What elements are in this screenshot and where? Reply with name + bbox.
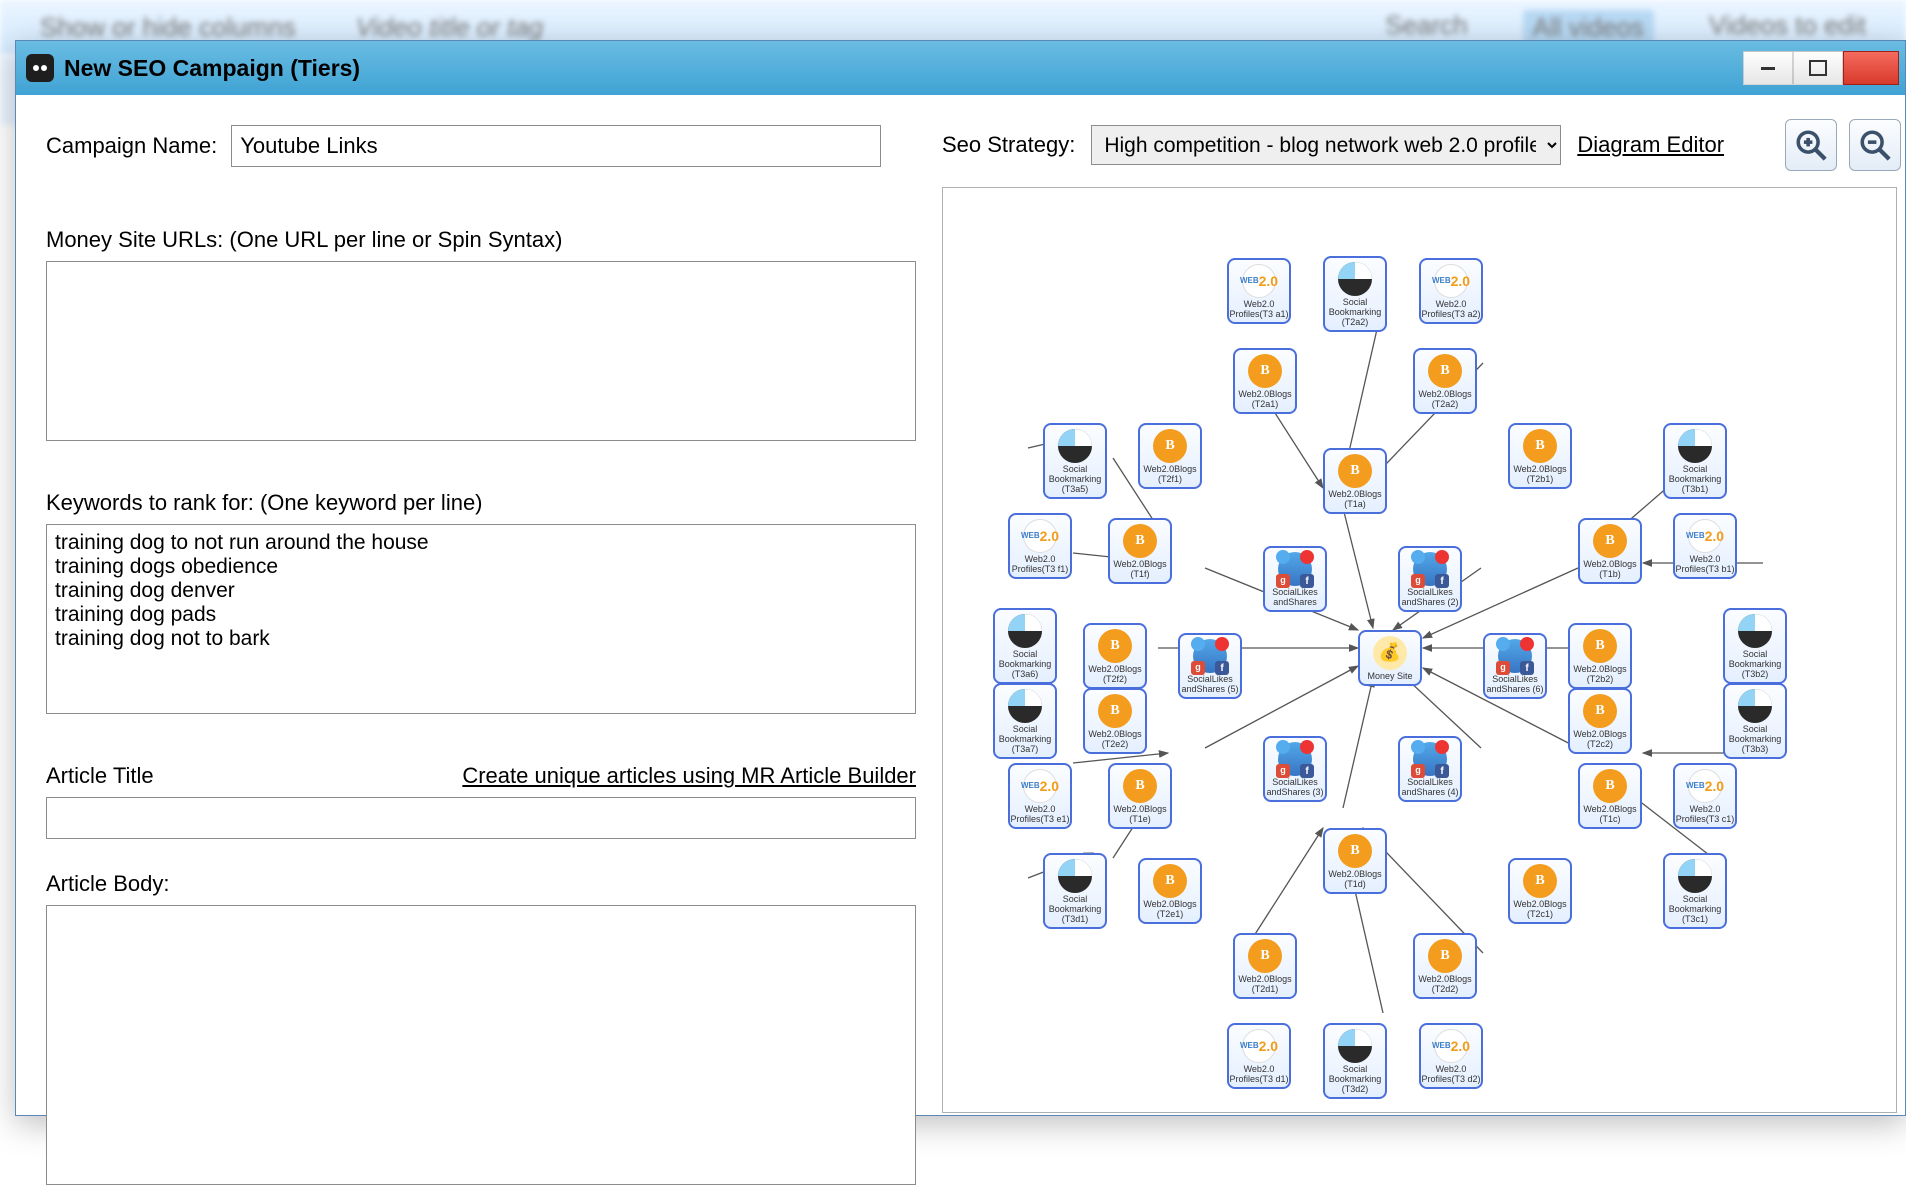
node-social-4[interactable]: gSocialLikes andShares (4): [1398, 736, 1462, 802]
node-bookmark-5[interactable]: Social Bookmarking (T3b1): [1663, 423, 1727, 499]
node-bookmark-7[interactable]: Social Bookmarking (T3b3): [1723, 683, 1787, 759]
node-bookmark-2[interactable]: Social Bookmarking (T3a5): [1043, 423, 1107, 499]
bg-show-hide: Show or hide columns: [40, 12, 296, 43]
close-button[interactable]: [1843, 51, 1899, 85]
node-bookmark-6[interactable]: Social Bookmarking (T3b2): [1723, 608, 1787, 684]
minimize-button[interactable]: [1743, 51, 1793, 85]
money-urls-textarea[interactable]: [46, 261, 916, 441]
seo-strategy-select[interactable]: High competition - blog network web 2.0 …: [1091, 125, 1561, 165]
article-body-label: Article Body:: [46, 871, 918, 897]
node-social-3[interactable]: gSocialLikes andShares (3): [1263, 736, 1327, 802]
node-t2-f1[interactable]: BWeb2.0Blogs (T2f1): [1138, 423, 1202, 489]
window-titlebar[interactable]: New SEO Campaign (Tiers): [16, 41, 1905, 95]
money-urls-label: Money Site URLs: (One URL per line or Sp…: [46, 227, 918, 253]
node-bookmark-1[interactable]: Social Bookmarking (T2a2): [1323, 256, 1387, 332]
node-t2-e2[interactable]: BWeb2.0Blogs (T2e2): [1083, 688, 1147, 754]
node-t2-d1[interactable]: BWeb2.0Blogs (T2d1): [1233, 933, 1297, 999]
campaign-name-input[interactable]: [231, 125, 881, 167]
seo-campaign-window: New SEO Campaign (Tiers) Campaign Name: …: [15, 40, 1906, 1116]
node-bookmark-8[interactable]: Social Bookmarking (T3c1): [1663, 853, 1727, 929]
node-t2-e1[interactable]: BWeb2.0Blogs (T2e1): [1138, 858, 1202, 924]
zoom-in-button[interactable]: [1785, 119, 1837, 171]
node-t1-c[interactable]: BWeb2.0Blogs (T1c): [1578, 763, 1642, 829]
app-icon: [26, 54, 54, 82]
node-t1-d[interactable]: BWeb2.0Blogs (T1d): [1323, 828, 1387, 894]
diagram-editor-link[interactable]: Diagram Editor: [1577, 132, 1724, 158]
node-t2-f2[interactable]: BWeb2.0Blogs (T2f2): [1083, 623, 1147, 689]
article-body-textarea[interactable]: [46, 905, 916, 1185]
campaign-name-label: Campaign Name:: [46, 133, 217, 159]
node-t1-a[interactable]: BWeb2.0Blogs (T1a): [1323, 448, 1387, 514]
node-profile-c1[interactable]: WEB2.0Web2.0 Profiles(T3 c1): [1673, 763, 1737, 829]
window-title: New SEO Campaign (Tiers): [64, 55, 360, 82]
bg-video-title: Video title or tag: [356, 12, 543, 43]
node-t2-c2[interactable]: BWeb2.0Blogs (T2c2): [1568, 688, 1632, 754]
node-profile-f1[interactable]: WEB2.0Web2.0 Profiles(T3 f1): [1008, 513, 1072, 579]
node-bookmark-3[interactable]: Social Bookmarking (T3a6): [993, 608, 1057, 684]
node-t2-b1[interactable]: BWeb2.0Blogs (T2b1): [1508, 423, 1572, 489]
node-t2-a1[interactable]: BWeb2.0Blogs (T2a1): [1233, 348, 1297, 414]
node-t2-d2[interactable]: BWeb2.0Blogs (T2d2): [1413, 933, 1477, 999]
node-profile-a2[interactable]: WEB2.0Web2.0 Profiles(T3 a2): [1419, 258, 1483, 324]
maximize-button[interactable]: [1793, 51, 1843, 85]
node-profile-a1[interactable]: WEB2.0Web2.0 Profiles(T3 a1): [1227, 258, 1291, 324]
node-profile-d1[interactable]: WEB2.0Web2.0 Profiles(T3 d1): [1227, 1023, 1291, 1089]
node-t1-f[interactable]: BWeb2.0Blogs (T1f): [1108, 518, 1172, 584]
keywords-label: Keywords to rank for: (One keyword per l…: [46, 490, 918, 516]
article-builder-link[interactable]: Create unique articles using MR Article …: [462, 763, 916, 789]
article-title-input[interactable]: [46, 797, 916, 839]
node-t2-c1[interactable]: BWeb2.0Blogs (T2c1): [1508, 858, 1572, 924]
article-title-label: Article Title: [46, 763, 154, 789]
node-social-2[interactable]: gSocialLikes andShares (2): [1398, 546, 1462, 612]
node-bookmark-9[interactable]: Social Bookmarking (T3d1): [1043, 853, 1107, 929]
node-bookmark-10[interactable]: Social Bookmarking (T3d2): [1323, 1023, 1387, 1099]
node-t1-b[interactable]: BWeb2.0Blogs (T1b): [1578, 518, 1642, 584]
node-profile-d2[interactable]: WEB2.0Web2.0 Profiles(T3 d2): [1419, 1023, 1483, 1089]
node-t1-e[interactable]: BWeb2.0Blogs (T1e): [1108, 763, 1172, 829]
node-t2-a2[interactable]: BWeb2.0Blogs (T2a2): [1413, 348, 1477, 414]
node-money-site[interactable]: Money Site: [1358, 630, 1422, 686]
keywords-textarea[interactable]: training dog to not run around the house…: [46, 524, 916, 714]
diagram-canvas[interactable]: Money Site gSocialLikes andShares gSocia…: [942, 187, 1897, 1113]
node-profile-b1[interactable]: WEB2.0Web2.0 Profiles(T3 b1): [1673, 513, 1737, 579]
node-t2-b2[interactable]: BWeb2.0Blogs (T2b2): [1568, 623, 1632, 689]
node-social-6[interactable]: gSocialLikes andShares (6): [1483, 633, 1547, 699]
seo-strategy-label: Seo Strategy:: [942, 132, 1075, 158]
node-social-5[interactable]: gSocialLikes andShares (5): [1178, 633, 1242, 699]
form-pane: Campaign Name: Money Site URLs: (One URL…: [16, 95, 936, 1115]
node-social-1[interactable]: gSocialLikes andShares: [1263, 546, 1327, 612]
node-profile-e1[interactable]: WEB2.0Web2.0 Profiles(T3 e1): [1008, 763, 1072, 829]
zoom-out-button[interactable]: [1849, 119, 1901, 171]
diagram-pane: Seo Strategy: High competition - blog ne…: [936, 95, 1905, 1115]
node-bookmark-4[interactable]: Social Bookmarking (T3a7): [993, 683, 1057, 759]
